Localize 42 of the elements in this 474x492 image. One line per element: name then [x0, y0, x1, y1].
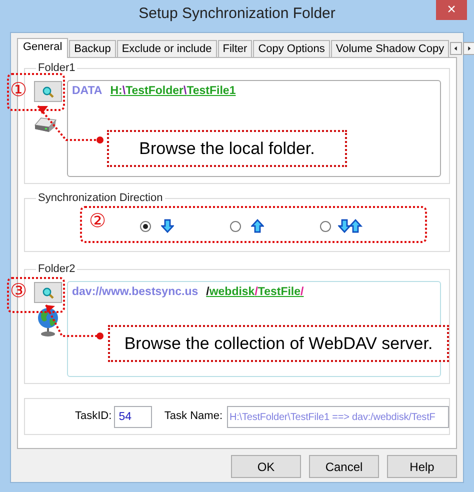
leader-line — [37, 105, 104, 144]
group-label: Synchronization Direction — [37, 192, 164, 204]
tab[interactable]: Copy Options — [253, 40, 330, 57]
browse-button[interactable] — [34, 282, 62, 303]
tab[interactable]: Filter — [218, 40, 252, 57]
drive-icon — [34, 115, 57, 133]
down-arrow-icon — [161, 219, 174, 233]
dialog-button[interactable]: Cancel — [309, 455, 379, 478]
search-icon — [42, 86, 54, 98]
up-down-arrows-icon — [338, 219, 363, 233]
scroll-left-icon[interactable] — [450, 42, 462, 55]
group-label: Folder2 — [37, 263, 76, 275]
window-title: Setup Synchronization Folder — [138, 4, 336, 24]
up-arrow-icon — [251, 219, 264, 233]
callout-box: Browse the collection of WebDAV server. — [108, 325, 449, 362]
tab[interactable]: Exclude or include — [116, 40, 217, 57]
step-number: ③ — [10, 281, 28, 301]
task-id-field[interactable]: 54 — [114, 406, 152, 428]
radio-button[interactable] — [230, 220, 241, 232]
globe-icon — [37, 307, 59, 338]
field-label: TaskID: — [75, 409, 112, 424]
step-number: ① — [10, 80, 28, 100]
radio-button[interactable] — [320, 220, 331, 232]
tab[interactable]: General — [17, 38, 68, 58]
step-number: ② — [89, 211, 106, 231]
radio-button[interactable] — [140, 220, 151, 232]
browse-button[interactable] — [34, 81, 62, 102]
scroll-right-icon[interactable] — [463, 42, 474, 55]
dialog-button[interactable]: OK — [231, 455, 301, 478]
source-label: DATA — [72, 85, 102, 97]
group-label: Folder1 — [37, 62, 76, 74]
path-link[interactable]: H:\TestFolder\TestFile1 — [110, 85, 236, 97]
source-label: dav://www.bestsync.us — [72, 286, 198, 298]
dialog-button[interactable]: Help — [387, 455, 457, 478]
callout-box: Browse the local folder. — [107, 130, 347, 167]
leader-line — [45, 304, 104, 340]
close-button[interactable]: × — [436, 0, 467, 20]
tab[interactable]: Backup — [69, 40, 116, 57]
field-label: Task Name: — [164, 409, 222, 424]
search-icon — [42, 286, 54, 298]
path-link[interactable]: /webdisk/TestFile/ — [206, 286, 304, 298]
tab[interactable]: Volume Shadow Copy — [330, 40, 450, 57]
